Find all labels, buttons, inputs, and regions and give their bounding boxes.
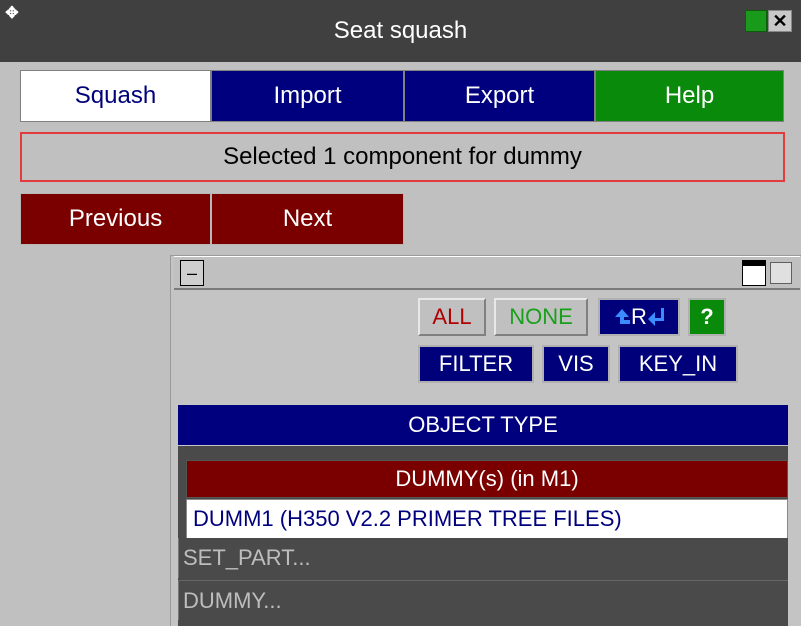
tab-squash[interactable]: Squash	[20, 70, 211, 122]
restore-icon[interactable]	[742, 260, 766, 286]
previous-button[interactable]: Previous	[20, 193, 211, 245]
select-none-button[interactable]: NONE	[494, 298, 588, 336]
selected-type-header[interactable]: DUMMY(s) (in M1)	[186, 460, 788, 498]
arrow-down-left-icon	[647, 308, 664, 326]
tab-export[interactable]: Export	[404, 70, 595, 122]
maximize-icon[interactable]	[770, 262, 792, 284]
tab-help[interactable]: Help	[595, 70, 784, 122]
vis-button[interactable]: VIS	[542, 345, 610, 383]
selector-help-button[interactable]: ?	[688, 298, 726, 336]
list-item-set-part[interactable]: SET_PART...	[178, 538, 788, 578]
reverse-label: R	[631, 304, 647, 329]
list-item-selected[interactable]: DUMM1 (H350 V2.2 PRIMER TREE FILES)	[186, 499, 788, 539]
key-in-button[interactable]: KEY_IN	[618, 345, 738, 383]
reverse-selection-button[interactable]: R	[598, 298, 680, 336]
close-button[interactable]: ✕	[768, 10, 792, 32]
window-title: Seat squash	[333, 17, 468, 44]
seat-squash-window: Seat squash ✥ ✕ Squash Import Export Hel…	[0, 0, 801, 626]
status-message: Selected 1 component for dummy	[20, 132, 785, 182]
selector-title-bar[interactable]	[174, 256, 800, 290]
arrow-up-right-icon	[615, 309, 631, 324]
list-item-dummy[interactable]: DUMMY...	[178, 580, 788, 620]
object-type-header[interactable]: OBJECT TYPE	[178, 405, 788, 445]
tab-import[interactable]: Import	[211, 70, 404, 122]
status-indicator-icon[interactable]	[745, 10, 767, 32]
move-icon[interactable]: ✥	[4, 6, 20, 22]
filter-button[interactable]: FILTER	[418, 345, 534, 383]
next-button[interactable]: Next	[211, 193, 404, 245]
minimize-icon[interactable]: –	[180, 260, 204, 286]
select-all-button[interactable]: ALL	[418, 298, 486, 336]
